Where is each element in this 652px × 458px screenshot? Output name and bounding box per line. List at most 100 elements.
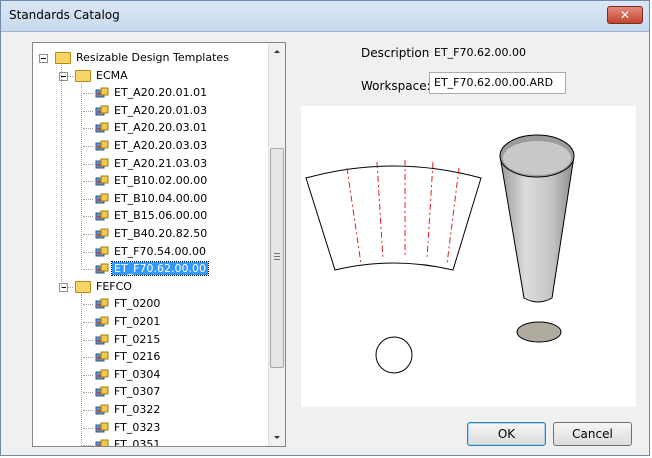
- tree-item-label: ET_A20.20.03.03: [114, 139, 208, 152]
- tree-item-template[interactable]: ET_B15.06.00.00: [95, 207, 209, 225]
- tree-item-template[interactable]: FT_0322: [95, 401, 162, 419]
- tree-item-label: FT_0304: [114, 367, 161, 381]
- tree-item-label: ET_B10.02.00.00: [114, 174, 208, 188]
- tree-connector: [83, 216, 93, 218]
- tree-item-label: FT_0351: [114, 438, 161, 446]
- tree-item-template[interactable]: ET_F70.62.00.00: [95, 260, 209, 278]
- tree-item-label: FT_0322: [114, 403, 161, 416]
- tree-connector: [83, 128, 93, 130]
- tree-item-label: Resizable Design Templates: [76, 51, 229, 64]
- tree-item-template[interactable]: FT_0215: [95, 331, 162, 349]
- folder-icon: [75, 280, 91, 293]
- tree-item-template[interactable]: FT_0216: [95, 348, 162, 366]
- dialog-body: Resizable Design Templates ECMA ET_A20.20.…: [1, 32, 649, 455]
- tree-item-root[interactable]: Resizable Design Templates: [55, 49, 231, 67]
- tree-item-label: ET_A20.20.03.01: [114, 121, 208, 135]
- template-icon: [95, 122, 109, 133]
- tree-item-template[interactable]: ET_B10.02.00.00: [95, 172, 209, 190]
- title-bar[interactable]: Standards Catalog ✕: [1, 1, 649, 32]
- tree-item-template[interactable]: FT_0201: [95, 313, 162, 331]
- ok-button[interactable]: OK: [467, 422, 546, 446]
- tree-item-label: ET_B15.06.00.00: [114, 209, 208, 223]
- template-preview-drawing: [305, 134, 575, 374]
- tree-item-template[interactable]: ET_F70.54.00.00: [95, 243, 208, 261]
- tree-connector: [61, 65, 62, 288]
- tree-item-template[interactable]: FT_0200: [95, 295, 162, 313]
- tree-connector: [83, 110, 93, 112]
- tree-item-label: FT_0201: [114, 315, 161, 328]
- tree-connector: [83, 251, 93, 253]
- tree-item-template[interactable]: ET_A20.20.03.03: [95, 137, 209, 155]
- collapse-toggle[interactable]: [39, 54, 48, 63]
- tree-item-folder[interactable]: ECMA: [75, 67, 130, 85]
- template-icon: [95, 140, 109, 151]
- tree-content: Resizable Design Templates ECMA ET_A20.20.…: [33, 43, 270, 446]
- close-button[interactable]: ✕: [607, 6, 643, 24]
- template-icon: [95, 316, 109, 327]
- template-icon: [95, 263, 109, 274]
- template-icon: [95, 193, 109, 204]
- tree-connector: [83, 198, 93, 200]
- tree-connector: [83, 374, 93, 376]
- window-title: Standards Catalog: [9, 8, 120, 22]
- workspace-field[interactable]: ET_F70.62.00.00.ARD: [429, 72, 566, 94]
- template-icon: [95, 298, 109, 309]
- tree-scrollbar[interactable]: [268, 43, 285, 446]
- workspace-label: Workspace:: [361, 79, 431, 93]
- template-icon: [95, 369, 109, 380]
- cup-lid: [516, 321, 562, 343]
- scroll-up-arrow-icon: [274, 50, 280, 53]
- tree-item-template[interactable]: ET_B10.04.00.00: [95, 190, 209, 208]
- tree-connector: [81, 293, 82, 446]
- scroll-up-button[interactable]: [269, 43, 285, 60]
- tree-connector: [83, 304, 93, 306]
- tree-item-template[interactable]: ET_A20.20.01.03: [95, 102, 209, 120]
- tree-connector: [83, 445, 93, 446]
- tree-connector: [83, 392, 93, 394]
- folder-icon: [75, 69, 91, 82]
- tree-item-label: FEFCO: [96, 279, 132, 293]
- tree-item-label: FT_0323: [114, 420, 161, 434]
- scroll-grip: [274, 253, 280, 254]
- tree-item-template[interactable]: FT_0307: [95, 383, 162, 401]
- base-circle: [375, 336, 413, 374]
- tree-item-label: FT_0215: [114, 332, 161, 346]
- tree-item-label: FT_0216: [114, 350, 161, 364]
- template-library-icon: [55, 52, 71, 64]
- tree-connector: [83, 322, 93, 323]
- tree-item-label: ET_F70.54.00.00: [114, 244, 206, 258]
- tree-connector: [83, 427, 93, 429]
- cup-inside: [503, 141, 571, 175]
- template-icon: [95, 87, 109, 98]
- description-label: Description:: [361, 46, 434, 60]
- tree-item-template[interactable]: FT_0304: [95, 366, 162, 384]
- template-preview: [301, 106, 636, 407]
- tree-item-label: ET_A20.20.01.01: [114, 86, 208, 100]
- tree-connector: [83, 410, 93, 411]
- cancel-button[interactable]: Cancel: [553, 422, 632, 446]
- scroll-down-button[interactable]: [269, 429, 285, 446]
- template-icon: [95, 404, 109, 415]
- tree-item-label: ECMA: [96, 68, 128, 82]
- tree-connector: [83, 93, 93, 95]
- tree-item-label: FT_0200: [114, 297, 161, 311]
- tree-item-template[interactable]: ET_A20.21.03.03: [95, 155, 209, 173]
- tree-connector: [83, 357, 93, 359]
- tree-item-folder[interactable]: FEFCO: [75, 278, 134, 296]
- tree-item-template[interactable]: ET_B40.20.82.50: [95, 225, 209, 243]
- tree-connector: [83, 146, 93, 147]
- template-icon: [95, 210, 109, 221]
- tree-connector: [83, 163, 93, 165]
- tree-connector: [83, 339, 93, 341]
- tree-item-template[interactable]: FT_0351: [95, 436, 162, 446]
- template-icon: [95, 158, 109, 169]
- template-icon: [95, 105, 109, 116]
- tree-item-template[interactable]: ET_A20.20.01.01: [95, 84, 209, 102]
- tree-item-template[interactable]: FT_0323: [95, 419, 162, 437]
- template-tree[interactable]: Resizable Design Templates ECMA ET_A20.20.…: [32, 42, 286, 447]
- standards-catalog-window: Standards Catalog ✕ Resizable Design Tem…: [0, 0, 650, 456]
- scroll-thumb[interactable]: [270, 148, 284, 368]
- tree-item-label: ET_A20.21.03.03: [114, 156, 208, 170]
- tree-item-label: FT_0307: [114, 385, 161, 399]
- tree-item-template[interactable]: ET_A20.20.03.01: [95, 119, 209, 137]
